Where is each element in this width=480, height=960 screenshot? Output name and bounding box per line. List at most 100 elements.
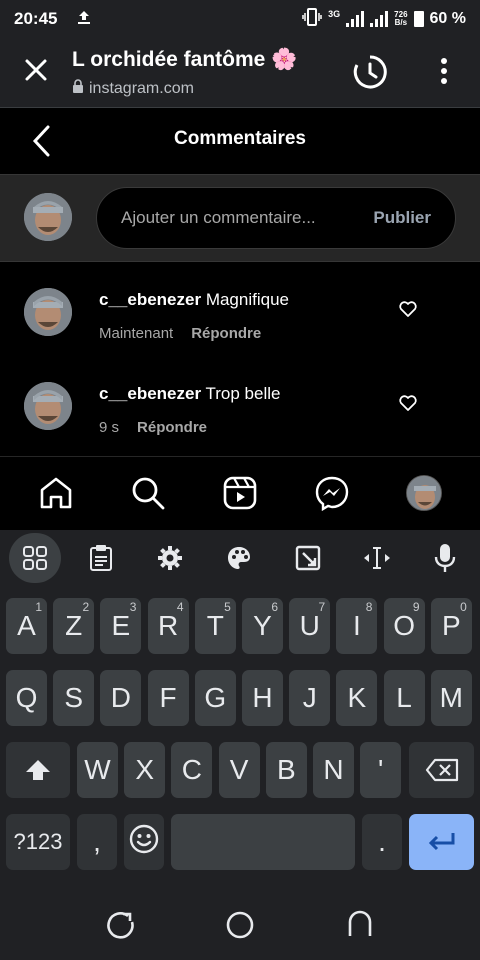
vibrate-icon <box>302 7 322 31</box>
key-w[interactable]: W <box>77 742 118 798</box>
key-t[interactable]: T5 <box>194 598 236 654</box>
avatar[interactable] <box>24 382 72 430</box>
key-b[interactable]: B <box>265 742 307 798</box>
key-x[interactable]: X <box>124 742 166 798</box>
key-a[interactable]: A1 <box>6 598 47 654</box>
comment-meta: 9 s Répondre <box>99 419 207 436</box>
key-hint: 7 <box>318 600 326 614</box>
key-n[interactable]: N <box>313 742 354 798</box>
key-hint: 8 <box>365 600 373 614</box>
palette-icon[interactable] <box>224 543 254 573</box>
comma-key[interactable]: , <box>77 814 117 870</box>
key-label: T <box>206 610 224 641</box>
key-hint: 3 <box>129 600 137 614</box>
comment-text: c__ebenezer Magnifique <box>99 290 289 310</box>
key-label: E <box>111 610 131 641</box>
home-icon[interactable] <box>38 475 74 511</box>
reply-button[interactable]: Répondre <box>191 325 261 342</box>
settings-gear-icon[interactable] <box>155 543 185 573</box>
history-clock-icon[interactable] <box>352 54 388 90</box>
space-key[interactable] <box>171 814 355 870</box>
avatar[interactable] <box>24 288 72 336</box>
key-apostrophe[interactable]: ' <box>360 742 402 798</box>
key-u[interactable]: U7 <box>289 598 331 654</box>
more-vert-icon[interactable] <box>432 56 456 86</box>
key-label: R <box>157 610 179 641</box>
avatar <box>24 193 72 241</box>
key-hint: 5 <box>224 600 231 614</box>
tab-title: L orchidée fantôme 🌸 <box>72 48 298 71</box>
back-nav-icon[interactable] <box>345 910 375 940</box>
key-i[interactable]: I8 <box>336 598 378 654</box>
key-l[interactable]: L <box>383 670 425 726</box>
key-hint: 6 <box>271 600 278 614</box>
key-j[interactable]: J <box>289 670 331 726</box>
recent-apps-icon[interactable] <box>106 910 136 940</box>
text-cursor-icon[interactable] <box>362 543 392 573</box>
key-m[interactable]: M <box>430 670 472 726</box>
comment-text: c__ebenezer Trop belle <box>99 384 280 404</box>
comment-body: Magnifique <box>205 290 289 309</box>
shift-key[interactable] <box>6 742 70 798</box>
apps-grid-icon[interactable] <box>20 543 50 573</box>
key-s[interactable]: S <box>53 670 95 726</box>
heart-icon[interactable] <box>398 394 418 412</box>
emoji-icon <box>129 824 159 861</box>
key-e[interactable]: E3 <box>100 598 142 654</box>
heart-icon[interactable] <box>398 300 418 318</box>
page-title: Commentaires <box>174 128 306 149</box>
comment-username[interactable]: c__ebenezer <box>99 290 201 309</box>
reels-icon[interactable] <box>222 475 258 511</box>
profile-avatar[interactable] <box>406 475 442 511</box>
url-text: instagram.com <box>89 79 194 97</box>
symbols-key[interactable]: ?123 <box>6 814 70 870</box>
key-label: U <box>299 610 320 641</box>
home-circle-icon[interactable] <box>225 910 255 940</box>
key-p[interactable]: P0 <box>430 598 472 654</box>
key-r[interactable]: R4 <box>147 598 189 654</box>
post-button[interactable]: Publier <box>373 208 431 228</box>
upload-icon <box>75 8 93 31</box>
key-c[interactable]: C <box>171 742 213 798</box>
key-z[interactable]: Z2 <box>53 598 95 654</box>
key-y[interactable]: Y6 <box>242 598 283 654</box>
custom-tab-bar: L orchidée fantôme 🌸 instagram.com <box>0 38 480 108</box>
key-hint: 4 <box>176 600 184 614</box>
clipboard-icon[interactable] <box>86 543 116 573</box>
keyboard: A1Z2E3R4T5Y6U7I8O9P0 QSDFGHJKLM W X C V B N ' … <box>0 530 480 890</box>
key-k[interactable]: K <box>336 670 378 726</box>
signal-icon-2 <box>370 11 389 27</box>
period-key[interactable]: . <box>362 814 402 870</box>
key-d[interactable]: D <box>100 670 142 726</box>
close-icon[interactable] <box>22 56 50 84</box>
key-hint: 2 <box>82 600 90 614</box>
comment-input[interactable]: Ajouter un commentaire... Publier <box>96 187 456 249</box>
comment-body: Trop belle <box>205 384 281 403</box>
list-item: c__ebenezer Magnifique Maintenant Répond… <box>0 262 480 356</box>
key-v[interactable]: V <box>218 742 260 798</box>
comment-time: Maintenant <box>99 325 174 342</box>
lock-icon <box>72 79 84 98</box>
resize-icon[interactable] <box>293 543 323 573</box>
battery-icon <box>413 11 424 27</box>
enter-key[interactable] <box>409 814 474 870</box>
comment-placeholder: Ajouter un commentaire... <box>121 208 316 227</box>
search-icon[interactable] <box>130 475 166 511</box>
messenger-icon[interactable] <box>314 475 350 512</box>
battery-level: 60 % <box>429 10 466 27</box>
reply-button[interactable]: Répondre <box>137 419 207 436</box>
emoji-key[interactable] <box>124 814 164 870</box>
key-f[interactable]: F <box>147 670 189 726</box>
key-g[interactable]: G <box>194 670 236 726</box>
bottom-nav <box>0 456 480 530</box>
comment-username[interactable]: c__ebenezer <box>99 384 201 403</box>
microphone-icon[interactable] <box>430 543 460 573</box>
backspace-key[interactable] <box>409 742 474 798</box>
key-q[interactable]: Q <box>6 670 47 726</box>
key-hint: 1 <box>35 600 42 614</box>
key-o[interactable]: O9 <box>383 598 425 654</box>
network-type: 3G <box>328 9 341 19</box>
key-h[interactable]: H <box>242 670 283 726</box>
key-hint: 9 <box>412 600 420 614</box>
comment-composer: Ajouter un commentaire... Publier <box>0 174 480 262</box>
